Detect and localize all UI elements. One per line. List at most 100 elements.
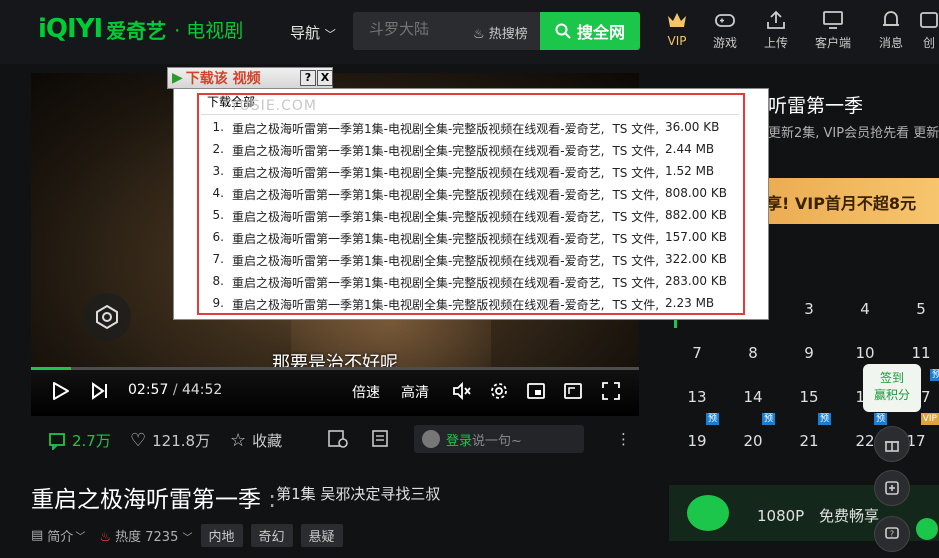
- video-meta: ▤ 简介 ﹀ ♨ 热度 7235 ﹀ 内地 奇幻 悬疑: [31, 523, 343, 547]
- search-button[interactable]: 搜全网: [540, 12, 640, 50]
- add-to-list-button[interactable]: [874, 470, 910, 506]
- search-input[interactable]: [369, 21, 469, 38]
- fullscreen-icon[interactable]: [600, 380, 622, 402]
- login-link[interactable]: 登录: [446, 430, 472, 449]
- action-bar: 2.7万 ♡ 121.8万 ☆ 收藏 登录 说一句~ ⋮: [31, 424, 639, 454]
- volume-mute-icon[interactable]: [451, 380, 473, 402]
- episode-number: 19: [687, 432, 707, 450]
- file-number: 8.: [212, 274, 224, 288]
- heat-value: 7235: [145, 529, 179, 545]
- comment-placeholder: 说一句~: [472, 433, 522, 449]
- like-button[interactable]: ♡ 121.8万: [130, 430, 210, 451]
- heart-icon: ♡: [130, 430, 147, 451]
- hot-search-label: 热搜榜: [488, 27, 528, 42]
- chevron-down-icon: ﹀: [75, 531, 86, 543]
- comment-icon: [49, 432, 65, 450]
- resolution-label: 1080P: [757, 507, 805, 525]
- help-button[interactable]: ?: [300, 70, 316, 86]
- tag-region[interactable]: 内地: [200, 523, 243, 547]
- download-file-item[interactable]: 1. 重启之极海听雷第一季第1集-电视剧全集-完整版视频在线观看-爱奇艺, TS 文…: [204, 120, 744, 142]
- file-size: 1.52 MB: [665, 164, 715, 178]
- danmaku-input[interactable]: 登录 说一句~: [414, 425, 584, 453]
- episode-item[interactable]: 5: [893, 295, 939, 335]
- nav-upload-label: 上传: [763, 36, 788, 50]
- settings-icon[interactable]: [488, 380, 510, 402]
- fire-icon: ♨: [99, 529, 111, 545]
- download-file-item[interactable]: 6. 重启之极海听雷第一季第1集-电视剧全集-完整版视频在线观看-爱奇艺, TS 文…: [204, 230, 744, 252]
- vr-mode-button[interactable]: [83, 293, 131, 341]
- feedback-button[interactable]: ?: [874, 516, 910, 552]
- iqiyi-logo[interactable]: iQIYI 爱奇艺 · 电视剧: [38, 14, 243, 44]
- file-size: 283.00 KB: [665, 274, 727, 288]
- tag-genre-mystery[interactable]: 悬疑: [300, 523, 343, 547]
- episode-item[interactable]: 7: [669, 339, 725, 379]
- file-type: TS 文件,: [612, 210, 660, 224]
- file-type: TS 文件,: [612, 254, 660, 268]
- episode-number: 7: [692, 344, 702, 362]
- nav-games[interactable]: 游戏: [700, 10, 750, 51]
- next-episode-icon[interactable]: [89, 380, 111, 402]
- collect-button[interactable]: ☆ 收藏: [230, 430, 282, 451]
- intro-button[interactable]: 简介: [47, 526, 73, 545]
- logo-text: 爱奇艺: [106, 18, 167, 43]
- file-type: TS 文件,: [612, 144, 660, 158]
- monitor-hd-icon: [687, 495, 729, 531]
- episode-item[interactable]: 预 21: [781, 413, 837, 467]
- episode-number: 14: [743, 388, 763, 406]
- episode-item[interactable]: 预 20: [725, 413, 781, 467]
- vip-badge: VIP: [920, 413, 939, 425]
- nav-messages[interactable]: 消息: [866, 10, 916, 51]
- download-file-item[interactable]: 7. 重启之极海听雷第一季第1集-电视剧全集-完整版视频在线观看-爱奇艺, TS 文…: [204, 252, 744, 274]
- signin-button[interactable]: [874, 426, 910, 462]
- collect-label: 收藏: [252, 432, 283, 450]
- comments-button[interactable]: 2.7万: [48, 430, 111, 451]
- download-dialog-tab[interactable]: ▶ 下载该 视频 ? X: [167, 67, 333, 89]
- episode-item[interactable]: 8: [725, 339, 781, 379]
- download-file-item[interactable]: 5. 重启之极海听雷第一季第1集-电视剧全集-完整版视频在线观看-爱奇艺, TS 文…: [204, 208, 744, 230]
- file-size: 2.23 MB: [665, 296, 715, 310]
- file-name: 重启之极海听雷第一季第1集-电视剧全集-完整版视频在线观看-爱奇艺,: [232, 122, 605, 136]
- nav-menu-button[interactable]: 导航 ﹀: [290, 22, 336, 43]
- more-options-button[interactable]: ⋮: [616, 430, 631, 448]
- danmaku-settings-icon[interactable]: [371, 429, 393, 449]
- playlist-title: 听雷第一季: [768, 95, 864, 117]
- hot-search-link[interactable]: ♨ 热搜榜: [473, 23, 528, 42]
- episode-number: 8: [748, 344, 758, 362]
- svg-text:?: ?: [890, 530, 894, 539]
- series-title[interactable]: 重启之极海听雷第一季: [31, 487, 261, 513]
- close-button[interactable]: X: [317, 70, 333, 86]
- current-time: 02:57: [128, 382, 169, 398]
- channel-label[interactable]: · 电视剧: [174, 16, 243, 43]
- download-file-item[interactable]: 8. 重启之极海听雷第一季第1集-电视剧全集-完整版视频在线观看-爱奇艺, TS 文…: [204, 274, 744, 296]
- file-number: 1.: [212, 120, 224, 134]
- picture-in-picture-icon[interactable]: [525, 380, 547, 402]
- download-file-item[interactable]: 4. 重启之极海听雷第一季第1集-电视剧全集-完整版视频在线观看-爱奇艺, TS 文…: [204, 186, 744, 208]
- episode-item[interactable]: 预 19: [669, 413, 725, 467]
- download-file-item[interactable]: 2. 重启之极海听雷第一季第1集-电视剧全集-完整版视频在线观看-爱奇艺, TS 文…: [204, 142, 744, 164]
- heat-indicator[interactable]: ♨ 热度 7235 ﹀: [99, 526, 192, 545]
- download-file-item[interactable]: 3. 重启之极海听雷第一季第1集-电视剧全集-完整版视频在线观看-爱奇艺, TS 文…: [204, 164, 744, 186]
- download-app-button[interactable]: [916, 518, 938, 540]
- nav-client[interactable]: 客户端: [808, 10, 858, 51]
- episode-item[interactable]: 9: [781, 339, 837, 379]
- tag-genre-fantasy[interactable]: 奇幻: [250, 523, 293, 547]
- edit-video-icon[interactable]: [327, 429, 349, 449]
- nav-vip[interactable]: VIP: [652, 10, 702, 48]
- nav-vip-label: VIP: [667, 34, 687, 48]
- episode-item[interactable]: 3: [781, 295, 837, 335]
- file-name: 重启之极海听雷第一季第1集-电视剧全集-完整版视频在线观看-爱奇艺,: [232, 298, 605, 312]
- episode-item[interactable]: 4: [837, 295, 893, 335]
- download-file-item[interactable]: 9. 重启之极海听雷第一季第1集-电视剧全集-完整版视频在线观看-爱奇艺, TS 文…: [204, 296, 744, 318]
- nav-upload[interactable]: 上传: [751, 10, 801, 51]
- preview-badge: 预: [817, 413, 831, 425]
- speed-button[interactable]: 倍速: [352, 382, 380, 402]
- episode-number: 9: [804, 344, 814, 362]
- preview-badge: 预: [929, 369, 939, 381]
- nav-create[interactable]: 创: [914, 10, 939, 51]
- play-icon[interactable]: [49, 380, 71, 402]
- file-name: 重启之极海听雷第一季第1集-电视剧全集-完整版视频在线观看-爱奇艺,: [232, 276, 605, 290]
- quality-button[interactable]: 高清: [401, 382, 429, 402]
- file-number: 2.: [212, 142, 224, 156]
- file-type: TS 文件,: [612, 232, 660, 246]
- theater-mode-icon[interactable]: [562, 380, 584, 402]
